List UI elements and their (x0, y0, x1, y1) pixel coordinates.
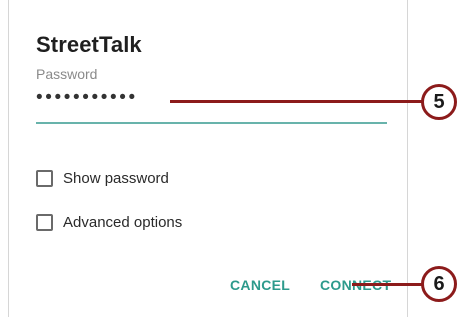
callout-badge-5: 5 (421, 84, 457, 120)
advanced-options-option[interactable]: Advanced options (36, 214, 182, 231)
advanced-options-label: Advanced options (63, 214, 183, 231)
callout-line-6 (352, 283, 423, 286)
password-input-underline (36, 122, 387, 124)
password-label: Password (36, 66, 98, 82)
screenshot-stage: StreetTalk Password ••••••••••• Show pas… (0, 0, 468, 317)
wifi-password-dialog: StreetTalk Password ••••••••••• Show pas… (8, 0, 408, 317)
cancel-button[interactable]: CANCEL (230, 277, 290, 293)
advanced-options-checkbox[interactable] (36, 214, 53, 231)
show-password-checkbox[interactable] (36, 170, 53, 187)
callout-line-5 (170, 100, 423, 103)
password-input[interactable]: ••••••••••• (36, 88, 138, 107)
show-password-label: Show password (63, 170, 169, 187)
callout-badge-6: 6 (421, 266, 457, 302)
show-password-option[interactable]: Show password (36, 170, 169, 187)
dialog-title: StreetTalk (36, 32, 142, 57)
